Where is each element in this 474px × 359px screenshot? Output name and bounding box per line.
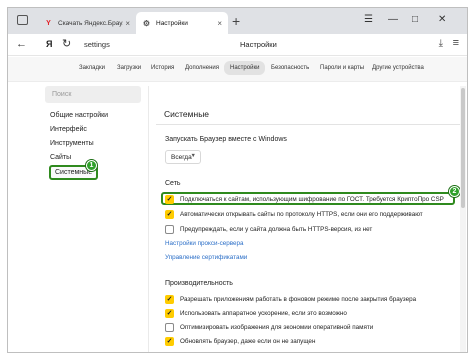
sidebar-item-tools[interactable]: Инструменты [50, 140, 94, 147]
step-badge-2: 2 [449, 186, 460, 197]
nav-downloads[interactable]: Загрузки [117, 65, 141, 71]
settings-nav: Закладки Загрузки История Дополнения Нас… [8, 57, 467, 82]
tab-title: Настройки [156, 19, 188, 27]
section-title: Системные [164, 109, 210, 119]
tab-settings[interactable]: ⚙ Настройки × [136, 12, 228, 34]
gear-favicon-icon: ⚙ [142, 18, 151, 28]
maximize-button[interactable]: □ [412, 13, 418, 27]
launch-label: Запускать Браузер вместе с Windows [165, 136, 287, 143]
checkbox-checked-icon[interactable]: ✓ [165, 194, 174, 204]
option-label: Оптимизировать изображения для экономии … [180, 323, 374, 331]
tab-close-icon[interactable]: × [125, 19, 130, 28]
url-field[interactable]: settings [84, 40, 110, 49]
sidebar-item-interface[interactable]: Интерфейс [50, 126, 87, 133]
minimize-button[interactable]: — [388, 13, 398, 27]
checkbox-checked-icon[interactable]: ✓ [165, 294, 174, 304]
network-title: Сеть [165, 180, 181, 187]
tab-bar: Y Скачать Яндекс.Браузер д × ⚙ Настройки… [8, 8, 467, 34]
checkbox-unchecked-icon[interactable] [165, 224, 174, 234]
option-label: Разрешать приложениям работать в фоновом… [180, 295, 417, 303]
bookmarks-icon[interactable]: ☰ [364, 13, 373, 27]
certificates-link[interactable]: Управление сертификатами [165, 254, 247, 261]
download-icon[interactable]: ⤓ [439, 38, 443, 49]
search-placeholder: Поиск [52, 91, 72, 98]
checkbox-checked-icon[interactable]: ✓ [165, 308, 174, 318]
page-title-top: Настройки [240, 40, 277, 49]
nav-settings[interactable]: Настройки [224, 61, 266, 75]
sidebar-item-sites[interactable]: Сайты [50, 154, 71, 161]
reload-button[interactable]: ↻ [62, 37, 71, 51]
close-window-button[interactable]: ✕ [438, 13, 446, 27]
launch-select[interactable]: Всегда ▼ [165, 150, 201, 164]
option-https-warn[interactable]: Предупреждать, если у сайта должна быть … [165, 224, 372, 234]
option-update-background[interactable]: ✓ Обновлять браузер, даже если он не зап… [165, 336, 315, 346]
tab-close-icon[interactable]: × [217, 19, 222, 28]
step-badge-1: 1 [86, 160, 97, 171]
checkbox-checked-icon[interactable]: ✓ [165, 336, 174, 346]
nav-passwords[interactable]: Пароли и карты [320, 65, 364, 71]
nav-history[interactable]: История [151, 65, 174, 71]
tabs-overview-icon[interactable] [17, 15, 28, 25]
launch-select-value: Всегда [171, 154, 192, 161]
address-bar: ← Я ↻ settings Настройки ⤓ ≡ [8, 34, 467, 56]
tab-yandex-download[interactable]: Y Скачать Яндекс.Браузер д × [38, 12, 136, 34]
option-label: Обновлять браузер, даже если он не запущ… [180, 337, 316, 345]
new-tab-button[interactable]: + [232, 12, 240, 30]
nav-extensions[interactable]: Дополнения [185, 65, 219, 71]
nav-security[interactable]: Безопасность [271, 65, 309, 71]
option-label: Использовать аппаратное ускорение, если … [180, 309, 347, 317]
sidebar-item-general[interactable]: Общие настройки [50, 112, 108, 119]
column-divider [148, 86, 149, 352]
checkbox-checked-icon[interactable]: ✓ [165, 209, 174, 219]
option-optimize-images[interactable]: Оптимизировать изображения для экономии … [165, 322, 373, 332]
tab-title: Скачать Яндекс.Браузер д [58, 19, 123, 27]
option-label: Автоматически открывать сайты по протоко… [180, 210, 423, 218]
option-background-apps[interactable]: ✓ Разрешать приложениям работать в фонов… [165, 294, 416, 304]
checkbox-unchecked-icon[interactable] [165, 322, 174, 332]
browser-window: Y Скачать Яндекс.Браузер д × ⚙ Настройки… [7, 7, 468, 353]
section-divider [156, 124, 466, 125]
menu-icon[interactable]: ≡ [453, 37, 459, 49]
performance-title: Производительность [165, 280, 233, 287]
nav-other-devices[interactable]: Другие устройства [372, 65, 424, 71]
yandex-favicon-icon: Y [46, 19, 51, 27]
option-hw-acceleration[interactable]: ✓ Использовать аппаратное ускорение, есл… [165, 308, 347, 318]
chevron-down-icon: ▼ [190, 153, 196, 159]
option-gost[interactable]: ✓ Подключаться к сайтам, использующим ши… [165, 194, 444, 204]
option-label: Подключаться к сайтам, использующим шифр… [180, 195, 444, 203]
option-label: Предупреждать, если у сайта должна быть … [180, 225, 373, 233]
yandex-logo[interactable]: Я [46, 39, 52, 49]
option-https-auto[interactable]: ✓ Автоматически открывать сайты по прото… [165, 209, 423, 219]
nav-bookmarks[interactable]: Закладки [79, 65, 105, 71]
settings-search[interactable]: Поиск [45, 86, 141, 103]
proxy-settings-link[interactable]: Настройки прокси-сервера [165, 240, 244, 247]
scrollbar-thumb[interactable] [461, 88, 465, 208]
back-button[interactable]: ← [16, 37, 27, 51]
